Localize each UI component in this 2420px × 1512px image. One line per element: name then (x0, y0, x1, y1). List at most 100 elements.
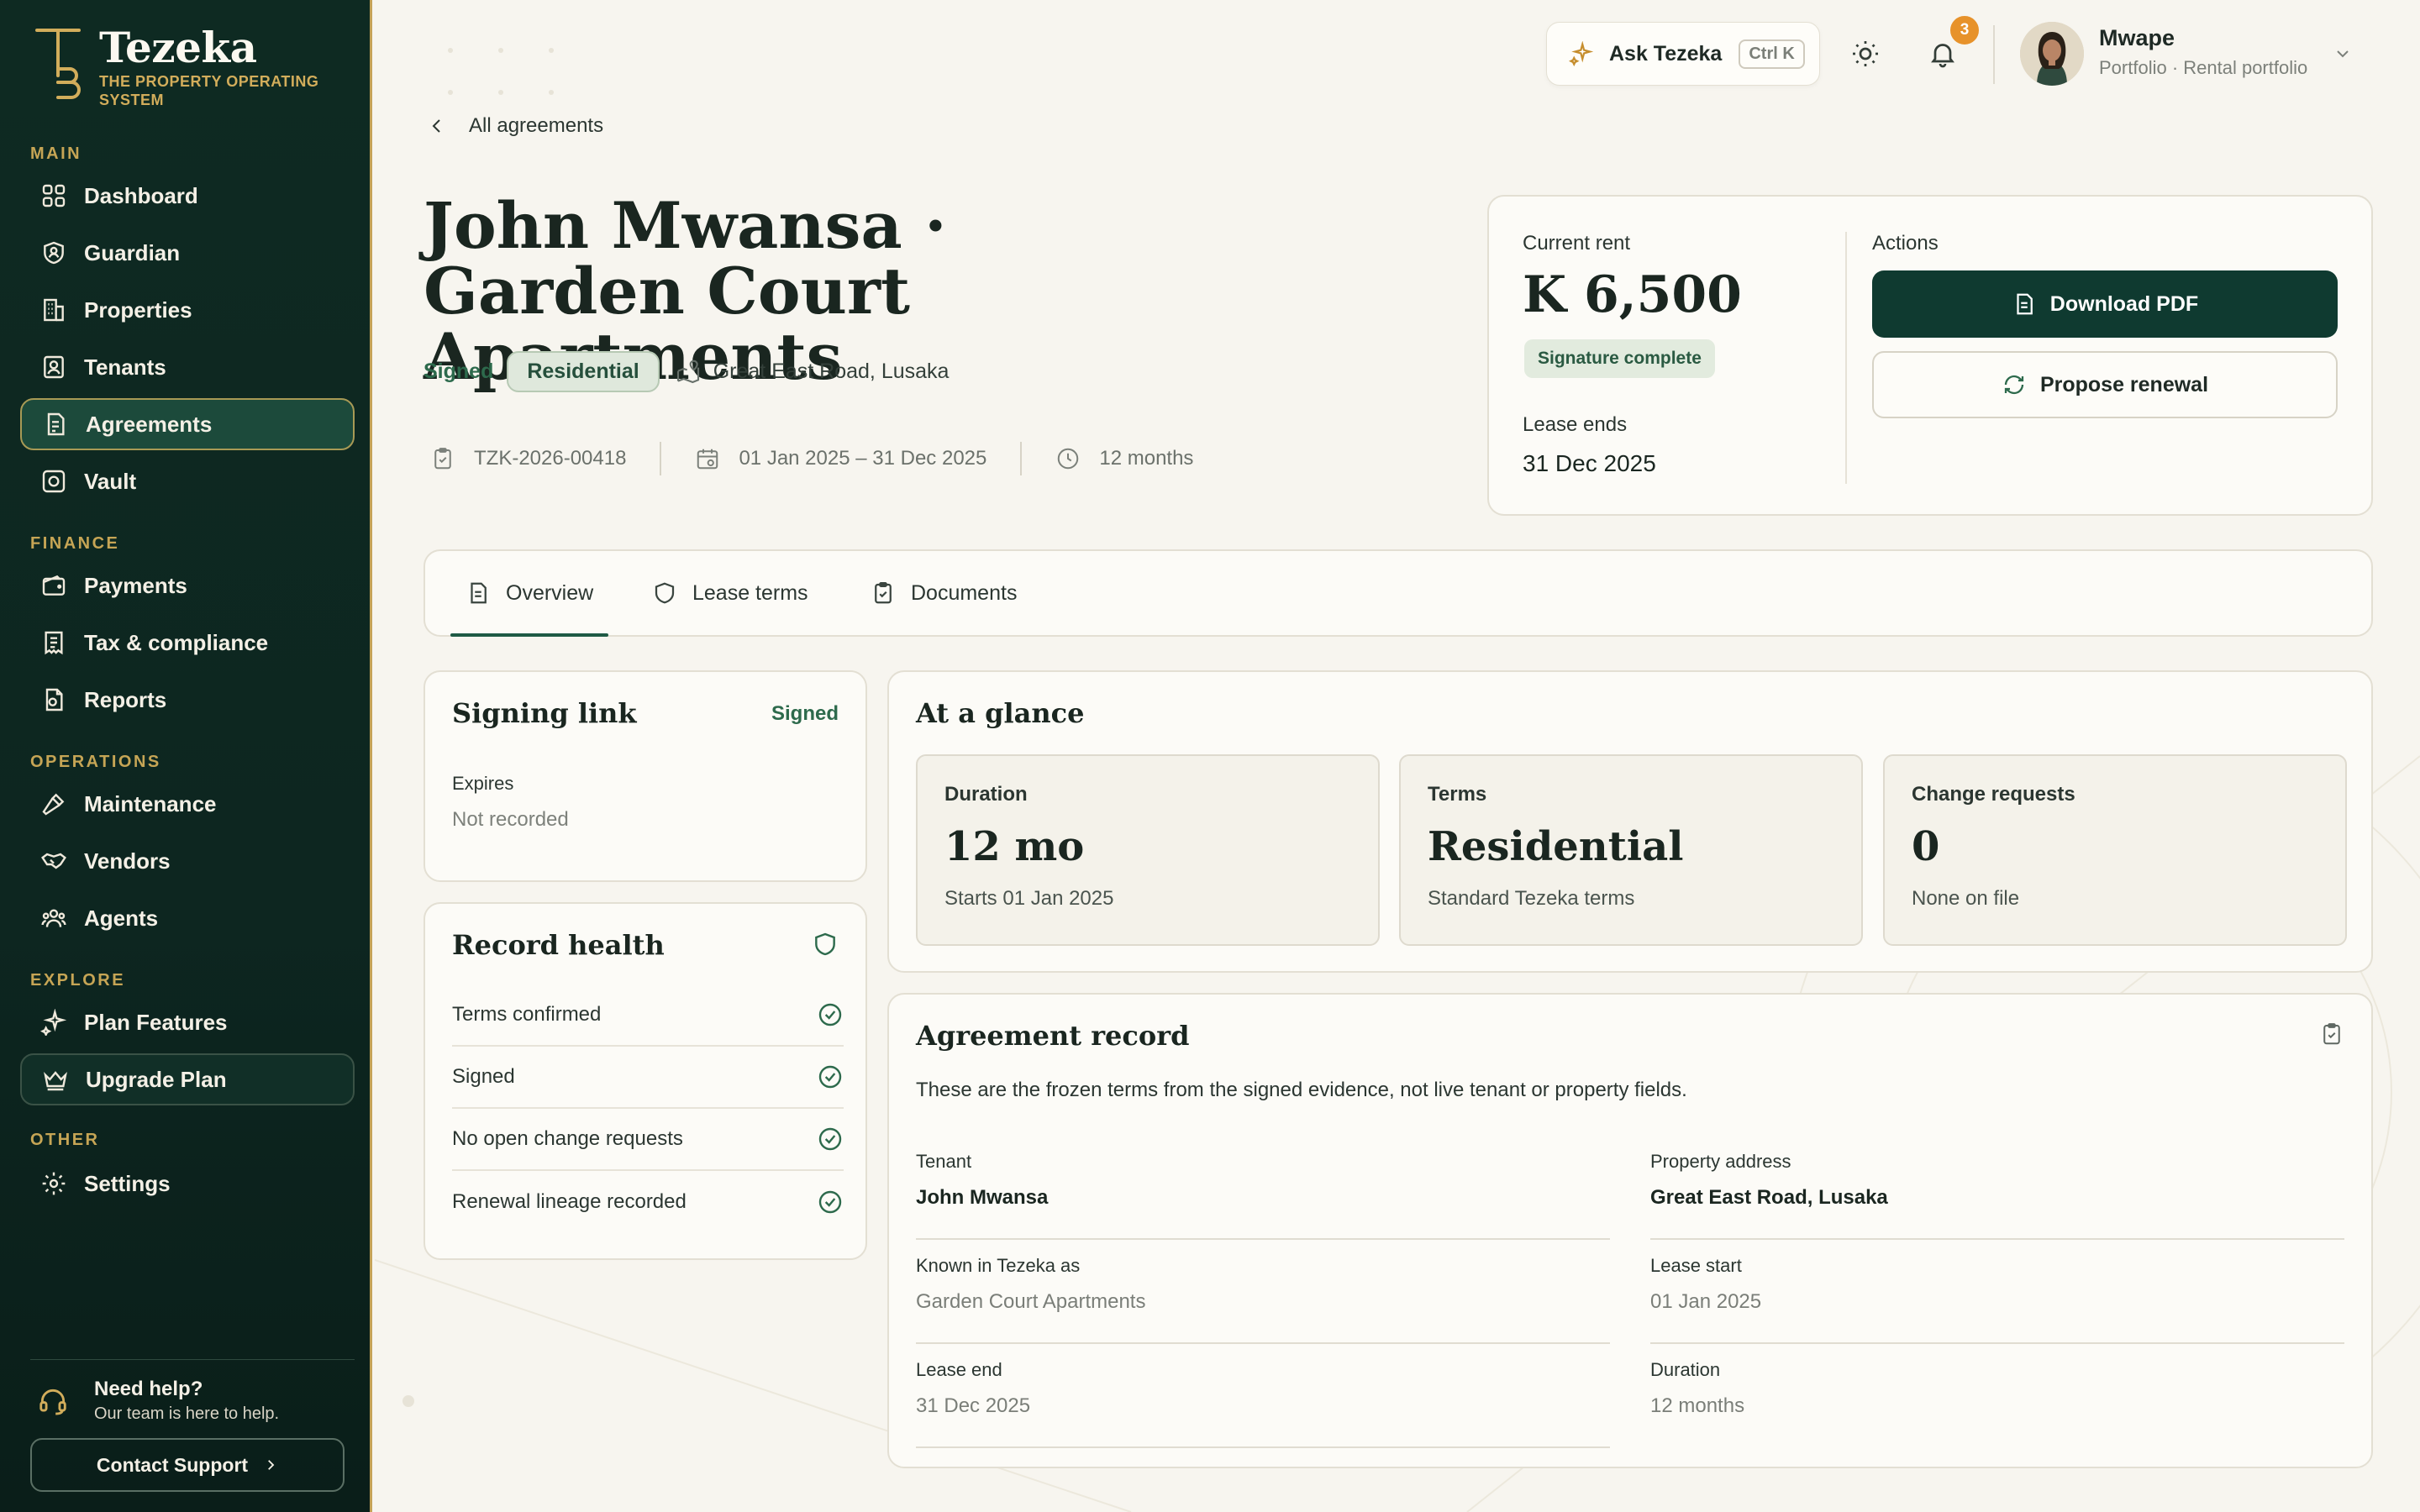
health-check-label: No open change requests (452, 1127, 683, 1150)
record-field-value: Garden Court Apartments (916, 1290, 1146, 1313)
sidebar-item-payments[interactable]: Payments (20, 559, 355, 612)
propose-renewal-button[interactable]: Propose renewal (1872, 351, 2338, 418)
nav-section-other: OTHER (30, 1131, 100, 1149)
document-icon (471, 582, 487, 604)
gear-icon (42, 1172, 66, 1195)
sidebar-item-tenants[interactable]: Tenants (20, 341, 355, 393)
sidebar-item-guardian[interactable]: Guardian (20, 227, 355, 279)
contact-support-label: Contact Support (96, 1453, 249, 1476)
glance-tile-value: 12 mo (944, 823, 1085, 870)
glance-tile-change-requests: Change requests 0 None on file (1883, 754, 2347, 946)
glance-tile-value: 0 (1912, 823, 1940, 870)
id-card-icon (44, 355, 64, 379)
meta-divider (1020, 442, 1023, 475)
glance-tile-subtitle: Starts 01 Jan 2025 (944, 887, 1114, 910)
sidebar-item-tax[interactable]: Tax & compliance (20, 617, 355, 669)
sidebar-item-settings[interactable]: Settings (20, 1158, 355, 1210)
tab-bar: Overview Lease terms Documents (424, 549, 2373, 637)
glance-tile-subtitle: Standard Tezeka terms (1428, 887, 1635, 910)
property-address: Great East Road, Lusaka (713, 360, 950, 383)
help-block: Need help? Our team is here to help. (37, 1378, 279, 1424)
record-field-value: Great East Road, Lusaka (1650, 1186, 1888, 1209)
tab-overview[interactable]: Overview (450, 551, 609, 637)
crown-icon (44, 1071, 67, 1091)
record-field-property-address: Property address Great East Road, Lusaka (1650, 1136, 2344, 1240)
record-health-card: Record health Terms confirmed Signed No … (424, 902, 867, 1260)
sidebar-item-label: Reports (84, 686, 167, 712)
record-field-lease-start: Lease start 01 Jan 2025 (1650, 1240, 2344, 1344)
record-health-title: Record health (452, 929, 665, 961)
rent-summary-card: Current rent K 6,500 Signature complete … (1487, 195, 2373, 516)
clipboard-check-icon (875, 582, 892, 604)
sidebar-item-label: Maintenance (84, 790, 217, 816)
sidebar-item-label: Plan Features (84, 1009, 228, 1035)
ask-tezeka-button[interactable]: Ask Tezeka Ctrl K (1546, 22, 1820, 86)
avatar-illustration (2020, 22, 2084, 86)
sidebar-item-dashboard[interactable]: Dashboard (20, 170, 355, 222)
record-field-value: John Mwansa (916, 1186, 1049, 1209)
record-field-duration: Duration 12 months (1650, 1344, 2344, 1448)
refresh-icon (2004, 375, 2024, 395)
check-circle-icon (818, 1003, 842, 1026)
glance-tile-label: Duration (944, 783, 1028, 806)
receipt-icon (45, 631, 63, 655)
tab-label: Documents (911, 580, 1018, 605)
lease-ends-label: Lease ends (1523, 413, 1628, 436)
record-field-value: 31 Dec 2025 (916, 1394, 1031, 1417)
brand-tagline: THE PROPERTY OPERATING SYSTEM (99, 73, 319, 108)
avatar[interactable] (2020, 22, 2084, 86)
tab-documents[interactable]: Documents (871, 551, 1017, 635)
signature-status-badge: Signature complete (1524, 339, 1715, 378)
current-rent-value: K 6,500 (1523, 265, 1742, 324)
health-check-row: Renewal lineage recorded (452, 1171, 844, 1233)
brand[interactable]: Tezeka THE PROPERTY OPERATING SYSTEM (34, 25, 343, 109)
report-icon (45, 688, 63, 711)
glance-tile-subtitle: None on file (1912, 887, 2020, 910)
record-field-lease-end: Lease end 31 Dec 2025 (916, 1344, 1610, 1448)
clipboard-check-icon (434, 448, 451, 470)
sidebar-item-agreements[interactable]: Agreements (20, 398, 355, 450)
sidebar-item-vault[interactable]: Vault (20, 455, 355, 507)
download-pdf-button[interactable]: Download PDF (1872, 270, 2338, 338)
back-link-label: All agreements (469, 114, 604, 137)
notification-badge: 3 (1948, 13, 1981, 47)
chevron-down-icon[interactable] (2333, 44, 2353, 64)
nav-section-explore: EXPLORE (30, 971, 126, 990)
user-name[interactable]: Mwape (2099, 25, 2175, 51)
sidebar-item-reports[interactable]: Reports (20, 674, 355, 726)
sidebar-item-vendors[interactable]: Vendors (20, 835, 355, 887)
record-field-label: Lease start (1650, 1255, 1742, 1276)
sun-icon[interactable] (1850, 39, 1881, 69)
sidebar-item-label: Tax & compliance (84, 629, 269, 655)
grid-icon (42, 184, 66, 207)
sidebar-item-label: Tenants (84, 354, 166, 380)
handshake-icon (41, 853, 66, 869)
sidebar-item-properties[interactable]: Properties (20, 284, 355, 336)
keyboard-shortcut: Ctrl K (1739, 39, 1805, 69)
tab-lease-terms[interactable]: Lease terms (652, 551, 808, 635)
record-field-value: 01 Jan 2025 (1650, 1290, 1762, 1313)
chevron-right-icon (268, 1460, 275, 1470)
sidebar-item-label: Properties (84, 297, 192, 323)
back-link[interactable]: All agreements (427, 114, 603, 138)
user-subtitle: Portfolio · Rental portfolio (2099, 57, 2308, 78)
sidebar-item-agents[interactable]: Agents (20, 892, 355, 944)
record-field-tenant: Tenant John Mwansa (916, 1136, 1610, 1240)
agreement-tags: Signed Residential Great East Road, Lusa… (424, 351, 949, 392)
check-circle-icon (818, 1065, 842, 1089)
health-check-row: No open change requests (452, 1109, 844, 1171)
tezeka-logo-icon (35, 29, 81, 99)
sidebar-item-upgrade-plan[interactable]: Upgrade Plan (20, 1053, 355, 1105)
record-field-label: Known in Tezeka as (916, 1255, 1081, 1276)
sidebar-item-maintenance[interactable]: Maintenance (20, 778, 355, 830)
expires-label: Expires (452, 773, 514, 794)
sidebar-item-plan-features[interactable]: Plan Features (20, 996, 355, 1048)
contact-support-button[interactable]: Contact Support (30, 1438, 345, 1492)
help-subtitle: Our team is here to help. (94, 1404, 280, 1423)
shield-icon (655, 582, 675, 604)
health-check-label: Terms confirmed (452, 1003, 602, 1026)
clock-icon (1058, 448, 1079, 470)
glance-tile-label: Terms (1428, 783, 1487, 806)
nav-section-finance: FINANCE (30, 534, 120, 553)
at-a-glance-title: At a glance (916, 697, 1085, 729)
